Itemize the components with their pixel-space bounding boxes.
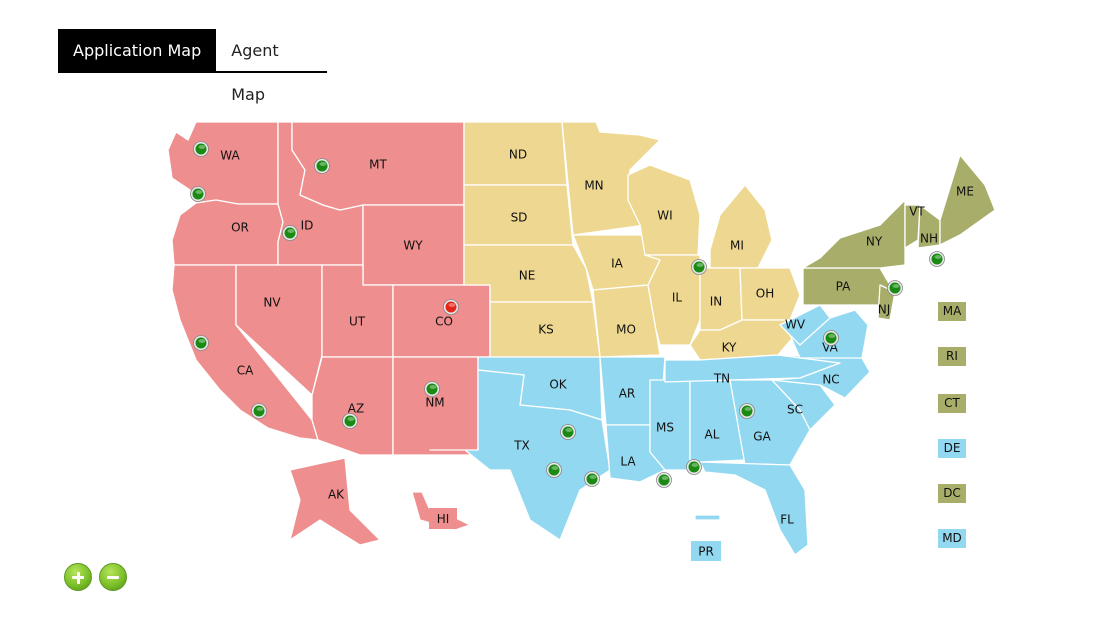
- state-label-ut: UT: [349, 315, 366, 329]
- state-label-co: CO: [435, 315, 453, 329]
- state-label-ok: OK: [549, 378, 567, 392]
- state-label-il: IL: [672, 291, 683, 305]
- state-label-ga: GA: [753, 430, 771, 444]
- status-marker-nm-ok[interactable]: [424, 381, 440, 397]
- status-marker-co-alert[interactable]: [443, 299, 459, 315]
- state-label-nv: NV: [263, 296, 281, 310]
- state-box-ct[interactable]: CT: [938, 394, 966, 413]
- state-label-ny: NY: [866, 235, 883, 249]
- zoom-in-button[interactable]: [64, 563, 92, 591]
- status-marker-mt-ok[interactable]: [314, 158, 330, 174]
- status-marker-id-ok[interactable]: [282, 225, 298, 241]
- status-marker-al-ok[interactable]: [686, 459, 702, 475]
- state-mi[interactable]: [709, 184, 773, 269]
- state-box-md[interactable]: MD: [938, 529, 966, 548]
- state-label-ms: MS: [656, 421, 674, 435]
- state-label-tx: TX: [513, 439, 530, 453]
- state-label-fl: FL: [780, 513, 794, 527]
- state-box-dc[interactable]: DC: [938, 484, 966, 503]
- status-marker-tx-ok[interactable]: [560, 424, 576, 440]
- state-label-la: LA: [620, 455, 636, 469]
- zoom-out-button[interactable]: [99, 563, 127, 591]
- state-label-ne: NE: [519, 269, 536, 283]
- state-label-wi: WI: [657, 209, 672, 223]
- state-label-mt: MT: [369, 158, 387, 172]
- state-label-ar: AR: [619, 387, 636, 401]
- status-marker-va-ok[interactable]: [823, 330, 839, 346]
- status-marker-ca-ok[interactable]: [193, 335, 209, 351]
- state-box-de[interactable]: DE: [938, 439, 966, 458]
- state-label-in: IN: [710, 295, 723, 309]
- state-wa[interactable]: [167, 121, 279, 205]
- state-label-tn: TN: [713, 372, 730, 386]
- state-box-ma[interactable]: MA: [938, 302, 966, 321]
- state-label-mi: MI: [730, 239, 744, 253]
- status-marker-ny-ok[interactable]: [887, 280, 903, 296]
- state-label-wa: WA: [220, 149, 240, 163]
- status-marker-ma-ok[interactable]: [929, 251, 945, 267]
- state-label-wy: WY: [403, 239, 423, 253]
- status-marker-il-ok[interactable]: [691, 259, 707, 275]
- state-label-pa: PA: [836, 280, 851, 294]
- state-label-me: ME: [956, 185, 974, 199]
- state-label-nj: NJ: [878, 303, 891, 317]
- state-label-nm: NM: [425, 396, 444, 410]
- state-label-mo: MO: [616, 323, 636, 337]
- state-label-nd: ND: [509, 148, 527, 162]
- status-marker-ca-ok[interactable]: [251, 403, 267, 419]
- state-label-pr: PR: [698, 545, 714, 559]
- state-label-id: ID: [301, 219, 314, 233]
- status-marker-la-ok[interactable]: [656, 472, 672, 488]
- state-label-al: AL: [705, 428, 720, 442]
- status-marker-ga-ok[interactable]: [739, 403, 755, 419]
- state-label-vt: VT: [909, 205, 925, 219]
- state-label-ks: KS: [538, 323, 554, 337]
- state-label-or: OR: [231, 221, 249, 235]
- state-me[interactable]: [939, 154, 996, 246]
- state-box-ri[interactable]: RI: [938, 347, 966, 366]
- state-label-ia: IA: [611, 257, 624, 271]
- state-or[interactable]: [171, 199, 284, 266]
- state-pr[interactable]: [694, 514, 721, 521]
- state-ny[interactable]: [802, 199, 906, 269]
- status-marker-tx-ok[interactable]: [584, 471, 600, 487]
- status-marker-az-ok[interactable]: [342, 413, 358, 429]
- state-label-sd: SD: [511, 211, 528, 225]
- status-marker-or-ok[interactable]: [190, 186, 206, 202]
- state-label-nh: NH: [920, 232, 938, 246]
- state-label-nc: NC: [822, 373, 839, 387]
- state-label-wv: WV: [785, 318, 806, 332]
- state-label-oh: OH: [756, 287, 774, 301]
- state-ak[interactable]: [289, 457, 381, 546]
- state-label-ky: KY: [722, 341, 737, 355]
- state-label-sc: SC: [787, 403, 803, 417]
- state-label-ca: CA: [237, 364, 254, 378]
- state-label-mn: MN: [584, 179, 603, 193]
- status-marker-tx-ok[interactable]: [546, 462, 562, 478]
- state-label-hi: HI: [437, 512, 450, 526]
- status-marker-wa-ok[interactable]: [193, 141, 209, 157]
- state-label-ak: AK: [328, 488, 345, 502]
